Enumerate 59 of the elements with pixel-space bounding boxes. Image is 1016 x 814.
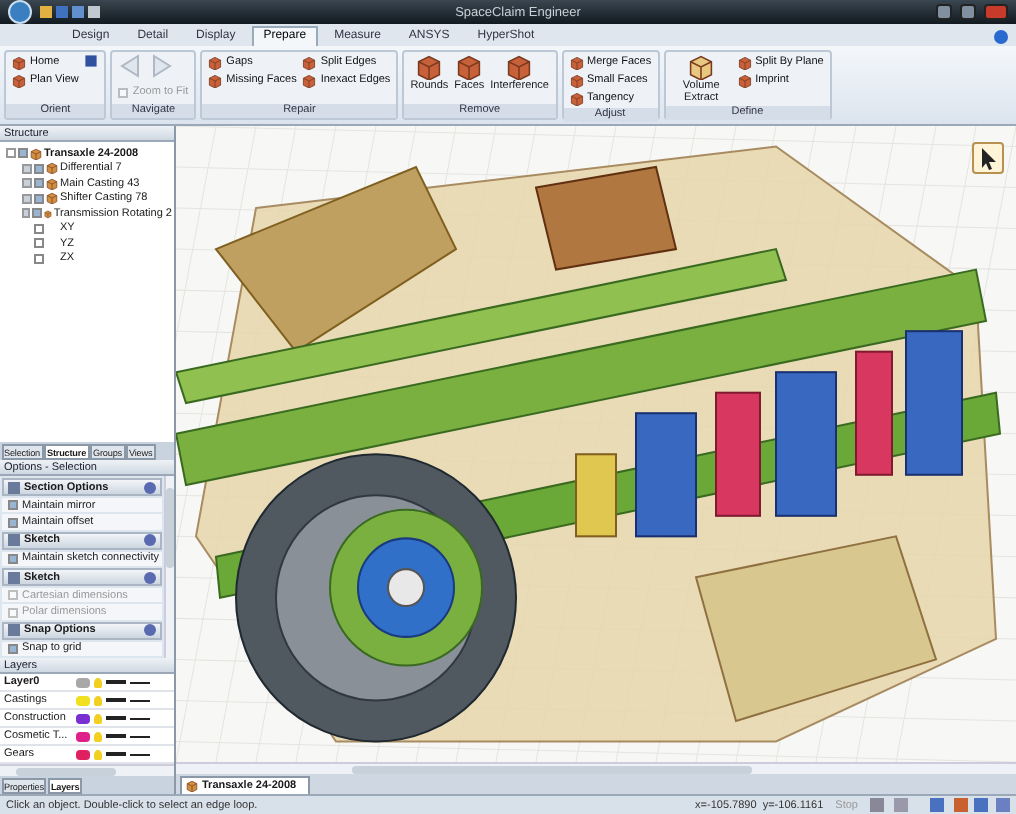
app-logo-icon[interactable] xyxy=(8,0,32,24)
expand-toggle[interactable] xyxy=(22,208,30,219)
section-icon xyxy=(8,534,20,547)
box-icon xyxy=(569,55,583,69)
maximize-button[interactable] xyxy=(960,4,976,20)
box-icon xyxy=(737,73,752,87)
visibility-checkbox[interactable] xyxy=(31,208,42,219)
checkbox[interactable] xyxy=(8,553,18,564)
scrollbar[interactable] xyxy=(0,764,174,776)
layer-color[interactable] xyxy=(76,713,90,723)
collapse-icon[interactable] xyxy=(144,481,156,494)
select-tool-button[interactable] xyxy=(972,142,1004,174)
collapse-icon[interactable] xyxy=(144,571,156,584)
layer-color[interactable] xyxy=(76,731,90,741)
minimize-button[interactable] xyxy=(936,4,952,20)
forward-arrow-icon[interactable] xyxy=(150,54,175,78)
visibility-checkbox[interactable] xyxy=(34,178,44,189)
expand-toggle[interactable] xyxy=(22,193,32,204)
layer-color[interactable] xyxy=(76,677,90,687)
box-icon xyxy=(208,55,223,69)
box-icon xyxy=(506,54,533,80)
box-icon xyxy=(302,55,317,69)
section-icon xyxy=(8,624,20,637)
scrollbar[interactable] xyxy=(176,762,1016,774)
box-icon xyxy=(569,91,583,105)
pointer-icon xyxy=(979,147,997,169)
checkbox[interactable] xyxy=(8,500,18,511)
expand-toggle[interactable] xyxy=(22,163,32,174)
box-icon xyxy=(737,55,752,69)
close-button[interactable] xyxy=(984,4,1008,20)
visibility-checkbox[interactable] xyxy=(34,193,44,204)
visibility-checkbox[interactable] xyxy=(34,163,44,174)
component-icon xyxy=(30,147,42,160)
cube-icon[interactable] xyxy=(84,54,99,68)
expand-toggle[interactable] xyxy=(6,148,16,159)
box-icon xyxy=(688,54,715,80)
box-icon xyxy=(12,55,26,69)
box-icon xyxy=(208,73,223,87)
component-icon xyxy=(186,780,198,792)
expand-toggle[interactable] xyxy=(22,178,32,189)
back-arrow-icon[interactable] xyxy=(118,54,143,78)
box-icon xyxy=(456,54,483,80)
section-icon xyxy=(8,481,20,494)
box-icon xyxy=(12,73,26,87)
visibility-checkbox[interactable] xyxy=(34,223,44,234)
layer-color[interactable] xyxy=(76,749,90,759)
checkbox[interactable] xyxy=(8,643,18,654)
box-icon xyxy=(569,73,583,87)
scrollbar[interactable] xyxy=(164,476,174,658)
collapse-icon[interactable] xyxy=(144,624,156,637)
checkbox[interactable] xyxy=(8,517,18,527)
visibility-checkbox[interactable] xyxy=(34,253,44,264)
section-icon xyxy=(8,571,20,584)
layer-color[interactable] xyxy=(76,695,90,705)
visibility-checkbox[interactable] xyxy=(18,148,28,159)
box-icon xyxy=(302,73,317,87)
collapse-icon[interactable] xyxy=(144,534,156,547)
box-icon xyxy=(416,54,443,80)
visibility-checkbox[interactable] xyxy=(34,238,44,249)
